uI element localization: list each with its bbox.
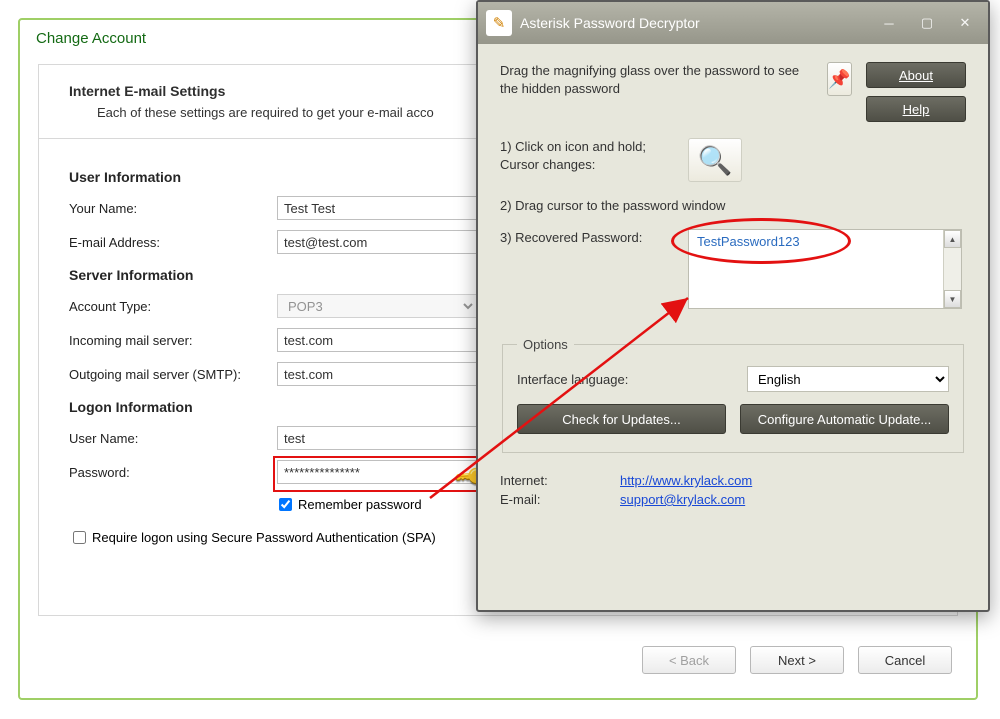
title-bar[interactable]: ✎ Asterisk Password Decryptor ─ ▢ ✕ [478,2,988,44]
label-username: User Name: [69,431,277,446]
label-internet: Internet: [500,473,620,488]
maximize-icon[interactable]: ▢ [912,13,942,33]
row-language: Interface language: English [517,366,949,392]
help-button[interactable]: Help [866,96,966,122]
about-button[interactable]: About [866,62,966,88]
step1-text: 1) Click on icon and hold; Cursor change… [500,138,670,173]
password-field[interactable] [277,460,477,484]
email-field[interactable] [277,230,477,254]
step-3: 3) Recovered Password: TestPassword123 ▲… [500,229,966,309]
wizard-buttons: < Back Next > Cancel [642,646,952,674]
label-incoming: Incoming mail server: [69,333,277,348]
pin-icon: 📌 [828,69,850,90]
help-label: Help [903,102,930,117]
next-button[interactable]: Next > [750,646,844,674]
options-buttons: Check for Updates... Configure Automatic… [517,404,949,434]
scroll-up-icon[interactable]: ▲ [944,230,961,248]
close-icon[interactable]: ✕ [950,13,980,33]
your-name-field[interactable] [277,196,477,220]
language-select[interactable]: English [747,366,949,392]
label-email-link: E-mail: [500,492,620,507]
decryptor-window: ✎ Asterisk Password Decryptor ─ ▢ ✕ Drag… [476,0,990,612]
about-label: About [899,68,933,83]
options-legend: Options [517,337,574,352]
spa-checkbox[interactable] [73,531,86,544]
label-email: E-mail Address: [69,235,277,250]
magnifier-icon: 🔍 [698,144,733,177]
back-button[interactable]: < Back [642,646,736,674]
decryptor-body: Drag the magnifying glass over the passw… [478,44,988,527]
label-language: Interface language: [517,372,747,387]
label-spa: Require logon using Secure Password Auth… [92,530,436,545]
label-your-name: Your Name: [69,201,277,216]
recovered-password-value: TestPassword123 [697,234,800,249]
row-email-link: E-mail: support@krylack.com [500,492,966,507]
side-buttons: About Help [866,62,966,122]
magnifier-drag-handle[interactable]: 🔍 [688,138,742,182]
check-updates-button[interactable]: Check for Updates... [517,404,726,434]
configure-updates-button[interactable]: Configure Automatic Update... [740,404,949,434]
minimize-icon[interactable]: ─ [874,13,904,33]
cancel-button[interactable]: Cancel [858,646,952,674]
top-row: Drag the magnifying glass over the passw… [500,62,966,122]
step-1: 1) Click on icon and hold; Cursor change… [500,138,966,182]
scroll-down-icon[interactable]: ▼ [944,290,961,308]
step-2: 2) Drag cursor to the password window [500,198,966,213]
incoming-server-field[interactable] [277,328,477,352]
internet-link[interactable]: http://www.krylack.com [620,473,752,488]
remember-password-checkbox[interactable] [279,498,292,511]
label-account-type: Account Type: [69,299,277,314]
row-internet: Internet: http://www.krylack.com [500,473,966,488]
scrollbar[interactable]: ▲ ▼ [943,230,961,308]
label-outgoing: Outgoing mail server (SMTP): [69,367,277,382]
outgoing-server-field[interactable] [277,362,477,386]
step3-label: 3) Recovered Password: [500,229,670,247]
pencil-icon: ✎ [493,14,506,32]
recovered-password-box[interactable]: TestPassword123 ▲ ▼ [688,229,962,309]
app-icon: ✎ [486,10,512,36]
label-remember: Remember password [298,497,422,512]
title-bar-text: Asterisk Password Decryptor [520,15,866,31]
label-password: Password: [69,465,277,480]
pin-button[interactable]: 📌 [827,62,852,96]
username-field[interactable] [277,426,477,450]
account-type-select[interactable]: POP3 [277,294,477,318]
email-link[interactable]: support@krylack.com [620,492,745,507]
links-section: Internet: http://www.krylack.com E-mail:… [500,473,966,507]
options-group: Options Interface language: English Chec… [502,337,964,453]
password-wrap: 🔑 [277,460,487,484]
instructions-text: Drag the magnifying glass over the passw… [500,62,813,97]
step2-text: 2) Drag cursor to the password window [500,198,725,213]
